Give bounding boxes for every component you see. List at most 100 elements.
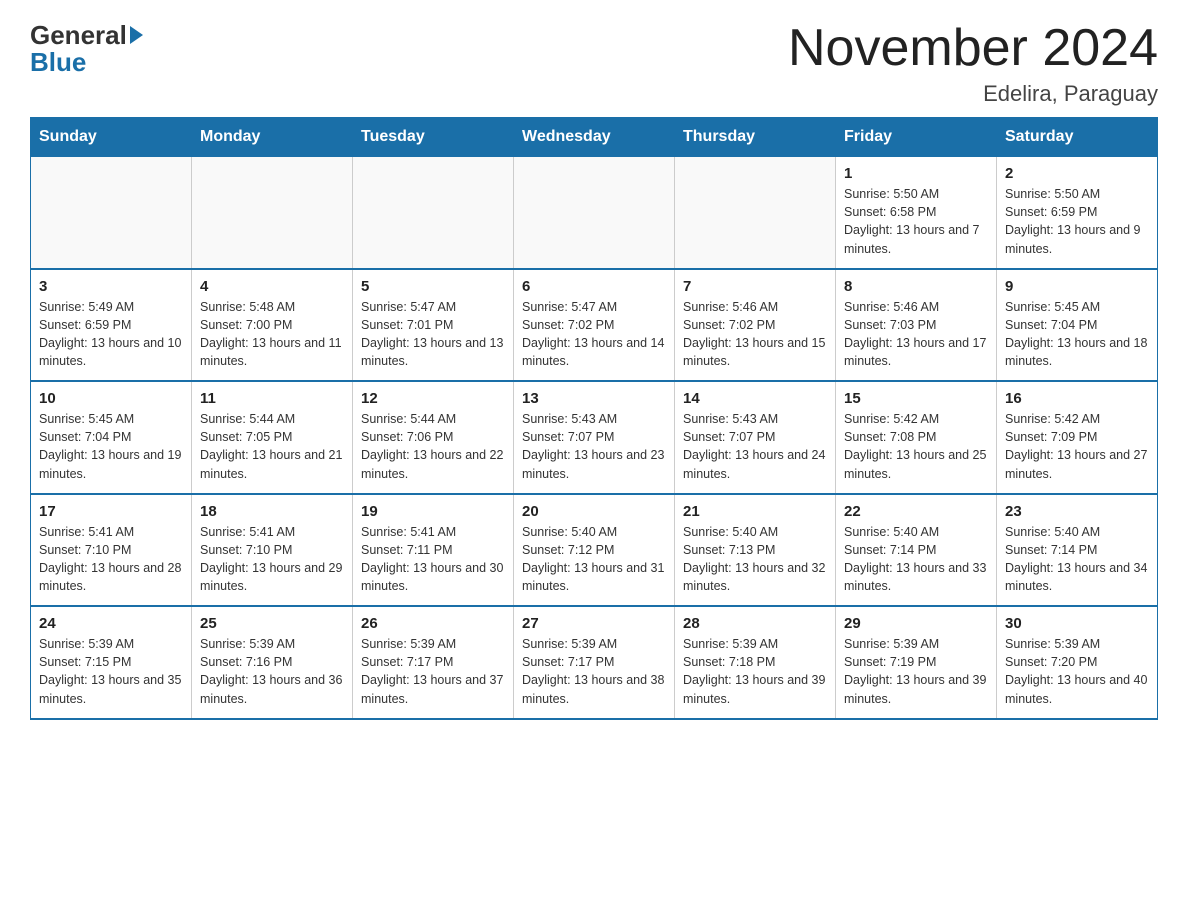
day-info: Sunrise: 5:43 AM Sunset: 7:07 PM Dayligh…	[522, 410, 666, 483]
calendar-cell: 22Sunrise: 5:40 AM Sunset: 7:14 PM Dayli…	[836, 494, 997, 607]
day-info: Sunrise: 5:48 AM Sunset: 7:00 PM Dayligh…	[200, 298, 344, 371]
weekday-header-wednesday: Wednesday	[514, 118, 675, 157]
logo: General Blue	[30, 20, 143, 78]
day-info: Sunrise: 5:42 AM Sunset: 7:08 PM Dayligh…	[844, 410, 988, 483]
calendar-cell: 17 Sunrise: 5:41 AM Sunset: 7:10 PM Dayli…	[31, 494, 192, 607]
calendar-cell: 23 Sunrise: 5:40 AM Sunset: 7:14 PM Dayli…	[997, 494, 1158, 607]
day-info: Sunrise: 5:40 AM Sunset: 7:13 PM Dayligh…	[683, 523, 827, 596]
day-info: Sunrise: 5:40 AM Sunset: 7:12 PM Dayligh…	[522, 523, 666, 596]
calendar-cell: 30 Sunrise: 5:39 AM Sunset: 7:20 PM Dayli…	[997, 606, 1158, 719]
calendar-cell: 6 Sunrise: 5:47 AM Sunset: 7:02 PM Daylig…	[514, 269, 675, 382]
day-number: 19	[361, 503, 505, 520]
calendar-cell: 26 Sunrise: 5:39 AM Sunset: 7:17 PM Dayli…	[353, 606, 514, 719]
calendar-table: SundayMondayTuesdayWednesdayThursdayFrid…	[30, 117, 1158, 720]
calendar-cell: 5 Sunrise: 5:47 AM Sunset: 7:01 PM Daylig…	[353, 269, 514, 382]
day-number: 21	[683, 503, 827, 520]
calendar-cell: 2 Sunrise: 5:50 AM Sunset: 6:59 PM Daylig…	[997, 157, 1158, 269]
day-info: Sunrise: 5:50 AM Sunset: 6:59 PM Dayligh…	[1005, 185, 1149, 258]
day-number: 16	[1005, 390, 1149, 407]
calendar-week-row: 3 Sunrise: 5:49 AM Sunset: 6:59 PM Daylig…	[31, 269, 1158, 382]
calendar-week-row: 10Sunrise: 5:45 AM Sunset: 7:04 PM Dayli…	[31, 381, 1158, 494]
calendar-week-row: 1 Sunrise: 5:50 AM Sunset: 6:58 PM Daylig…	[31, 157, 1158, 269]
page-header: General Blue November 2024 Edelira, Para…	[30, 20, 1158, 107]
weekday-header-tuesday: Tuesday	[353, 118, 514, 157]
day-number: 23	[1005, 503, 1149, 520]
calendar-cell: 21 Sunrise: 5:40 AM Sunset: 7:13 PM Dayli…	[675, 494, 836, 607]
title-block: November 2024 Edelira, Paraguay	[788, 20, 1158, 107]
calendar-cell	[192, 157, 353, 269]
calendar-cell: 27 Sunrise: 5:39 AM Sunset: 7:17 PM Dayli…	[514, 606, 675, 719]
day-info: Sunrise: 5:40 AM Sunset: 7:14 PM Dayligh…	[1005, 523, 1149, 596]
day-info: Sunrise: 5:47 AM Sunset: 7:02 PM Dayligh…	[522, 298, 666, 371]
calendar-week-row: 24 Sunrise: 5:39 AM Sunset: 7:15 PM Dayli…	[31, 606, 1158, 719]
calendar-cell: 24 Sunrise: 5:39 AM Sunset: 7:15 PM Dayli…	[31, 606, 192, 719]
day-number: 14	[683, 390, 827, 407]
day-number: 30	[1005, 615, 1149, 632]
day-number: 13	[522, 390, 666, 407]
day-info: Sunrise: 5:46 AM Sunset: 7:03 PM Dayligh…	[844, 298, 988, 371]
calendar-cell	[353, 157, 514, 269]
day-info: Sunrise: 5:40 AM Sunset: 7:14 PM Dayligh…	[844, 523, 988, 596]
logo-arrow-icon	[130, 26, 143, 44]
day-number: 2	[1005, 165, 1149, 182]
calendar-cell: 8Sunrise: 5:46 AM Sunset: 7:03 PM Daylig…	[836, 269, 997, 382]
weekday-header-saturday: Saturday	[997, 118, 1158, 157]
calendar-cell: 1 Sunrise: 5:50 AM Sunset: 6:58 PM Daylig…	[836, 157, 997, 269]
calendar-cell: 12Sunrise: 5:44 AM Sunset: 7:06 PM Dayli…	[353, 381, 514, 494]
day-number: 26	[361, 615, 505, 632]
day-number: 7	[683, 278, 827, 295]
calendar-cell: 14 Sunrise: 5:43 AM Sunset: 7:07 PM Dayli…	[675, 381, 836, 494]
location-text: Edelira, Paraguay	[788, 81, 1158, 107]
calendar-cell: 11Sunrise: 5:44 AM Sunset: 7:05 PM Dayli…	[192, 381, 353, 494]
day-info: Sunrise: 5:39 AM Sunset: 7:15 PM Dayligh…	[39, 635, 183, 708]
day-number: 9	[1005, 278, 1149, 295]
weekday-header-monday: Monday	[192, 118, 353, 157]
day-number: 15	[844, 390, 988, 407]
day-number: 17	[39, 503, 183, 520]
calendar-cell: 28 Sunrise: 5:39 AM Sunset: 7:18 PM Dayli…	[675, 606, 836, 719]
day-number: 24	[39, 615, 183, 632]
calendar-cell: 16 Sunrise: 5:42 AM Sunset: 7:09 PM Dayli…	[997, 381, 1158, 494]
day-number: 18	[200, 503, 344, 520]
calendar-cell	[31, 157, 192, 269]
day-number: 29	[844, 615, 988, 632]
calendar-cell: 20 Sunrise: 5:40 AM Sunset: 7:12 PM Dayli…	[514, 494, 675, 607]
day-info: Sunrise: 5:45 AM Sunset: 7:04 PM Dayligh…	[39, 410, 183, 483]
calendar-cell: 15 Sunrise: 5:42 AM Sunset: 7:08 PM Dayli…	[836, 381, 997, 494]
day-info: Sunrise: 5:47 AM Sunset: 7:01 PM Dayligh…	[361, 298, 505, 371]
calendar-cell: 10Sunrise: 5:45 AM Sunset: 7:04 PM Dayli…	[31, 381, 192, 494]
calendar-cell: 19Sunrise: 5:41 AM Sunset: 7:11 PM Dayli…	[353, 494, 514, 607]
day-info: Sunrise: 5:49 AM Sunset: 6:59 PM Dayligh…	[39, 298, 183, 371]
day-info: Sunrise: 5:39 AM Sunset: 7:16 PM Dayligh…	[200, 635, 344, 708]
day-info: Sunrise: 5:43 AM Sunset: 7:07 PM Dayligh…	[683, 410, 827, 483]
day-info: Sunrise: 5:39 AM Sunset: 7:17 PM Dayligh…	[522, 635, 666, 708]
day-number: 4	[200, 278, 344, 295]
day-number: 27	[522, 615, 666, 632]
day-info: Sunrise: 5:46 AM Sunset: 7:02 PM Dayligh…	[683, 298, 827, 371]
day-info: Sunrise: 5:39 AM Sunset: 7:20 PM Dayligh…	[1005, 635, 1149, 708]
day-number: 20	[522, 503, 666, 520]
day-info: Sunrise: 5:44 AM Sunset: 7:05 PM Dayligh…	[200, 410, 344, 483]
logo-blue-text: Blue	[30, 47, 86, 78]
day-info: Sunrise: 5:50 AM Sunset: 6:58 PM Dayligh…	[844, 185, 988, 258]
day-info: Sunrise: 5:39 AM Sunset: 7:19 PM Dayligh…	[844, 635, 988, 708]
day-number: 12	[361, 390, 505, 407]
day-info: Sunrise: 5:39 AM Sunset: 7:18 PM Dayligh…	[683, 635, 827, 708]
day-info: Sunrise: 5:45 AM Sunset: 7:04 PM Dayligh…	[1005, 298, 1149, 371]
weekday-header-sunday: Sunday	[31, 118, 192, 157]
calendar-cell: 29 Sunrise: 5:39 AM Sunset: 7:19 PM Dayli…	[836, 606, 997, 719]
day-number: 28	[683, 615, 827, 632]
day-info: Sunrise: 5:41 AM Sunset: 7:10 PM Dayligh…	[39, 523, 183, 596]
day-info: Sunrise: 5:41 AM Sunset: 7:10 PM Dayligh…	[200, 523, 344, 596]
day-number: 6	[522, 278, 666, 295]
calendar-cell: 9 Sunrise: 5:45 AM Sunset: 7:04 PM Daylig…	[997, 269, 1158, 382]
day-number: 5	[361, 278, 505, 295]
day-info: Sunrise: 5:42 AM Sunset: 7:09 PM Dayligh…	[1005, 410, 1149, 483]
calendar-cell: 13 Sunrise: 5:43 AM Sunset: 7:07 PM Dayli…	[514, 381, 675, 494]
calendar-cell: 4 Sunrise: 5:48 AM Sunset: 7:00 PM Daylig…	[192, 269, 353, 382]
weekday-header-friday: Friday	[836, 118, 997, 157]
day-info: Sunrise: 5:39 AM Sunset: 7:17 PM Dayligh…	[361, 635, 505, 708]
calendar-header-row: SundayMondayTuesdayWednesdayThursdayFrid…	[31, 118, 1158, 157]
day-number: 1	[844, 165, 988, 182]
day-number: 3	[39, 278, 183, 295]
